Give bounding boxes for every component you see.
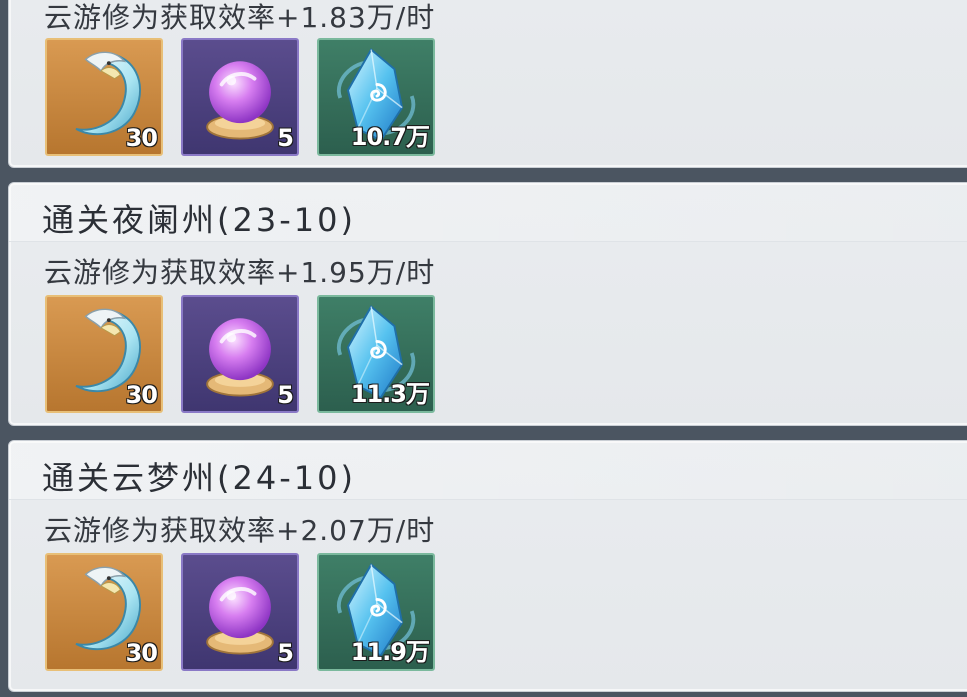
rate-text: 云游修为获取效率+1.95万/时 bbox=[44, 256, 436, 289]
reward-item[interactable]: 10.7万 bbox=[317, 38, 435, 156]
item-count: 5 bbox=[277, 124, 294, 152]
card-title-bar: 通关夜阑州(23-10) bbox=[9, 183, 967, 242]
rate-text: 云游修为获取效率+1.83万/时 bbox=[44, 1, 436, 34]
reward-item[interactable]: 5 bbox=[181, 553, 299, 671]
item-row: 30 5 11.9万 bbox=[45, 553, 435, 671]
item-count: 5 bbox=[277, 639, 294, 667]
rate-text: 云游修为获取效率+2.07万/时 bbox=[44, 514, 436, 547]
item-row: 30 5 10.7万 bbox=[45, 38, 435, 156]
reward-card-2: 通关夜阑州(23-10) 云游修为获取效率+1.95万/时 30 5 11.3万 bbox=[8, 182, 967, 426]
item-count: 30 bbox=[125, 381, 158, 409]
item-row: 30 5 11.3万 bbox=[45, 295, 435, 413]
card-title-bar: 通关云梦州(24-10) bbox=[9, 441, 967, 500]
reward-item[interactable]: 5 bbox=[181, 295, 299, 413]
reward-item[interactable]: 30 bbox=[45, 295, 163, 413]
reward-item[interactable]: 30 bbox=[45, 38, 163, 156]
item-count: 30 bbox=[125, 124, 158, 152]
item-count: 5 bbox=[277, 381, 294, 409]
item-count: 11.3万 bbox=[350, 380, 430, 408]
reward-item[interactable]: 11.9万 bbox=[317, 553, 435, 671]
card-title: 通关夜阑州(23-10) bbox=[42, 201, 356, 239]
item-count: 30 bbox=[125, 639, 158, 667]
reward-item[interactable]: 11.3万 bbox=[317, 295, 435, 413]
card-title: 通关云梦州(24-10) bbox=[42, 459, 356, 497]
reward-item[interactable]: 5 bbox=[181, 38, 299, 156]
reward-card-1: 云游修为获取效率+1.83万/时 30 5 10.7万 bbox=[8, 0, 967, 168]
reward-item[interactable]: 30 bbox=[45, 553, 163, 671]
item-count: 11.9万 bbox=[350, 638, 430, 666]
reward-card-3: 通关云梦州(24-10) 云游修为获取效率+2.07万/时 30 5 11.9万 bbox=[8, 440, 967, 692]
item-count: 10.7万 bbox=[350, 123, 430, 151]
